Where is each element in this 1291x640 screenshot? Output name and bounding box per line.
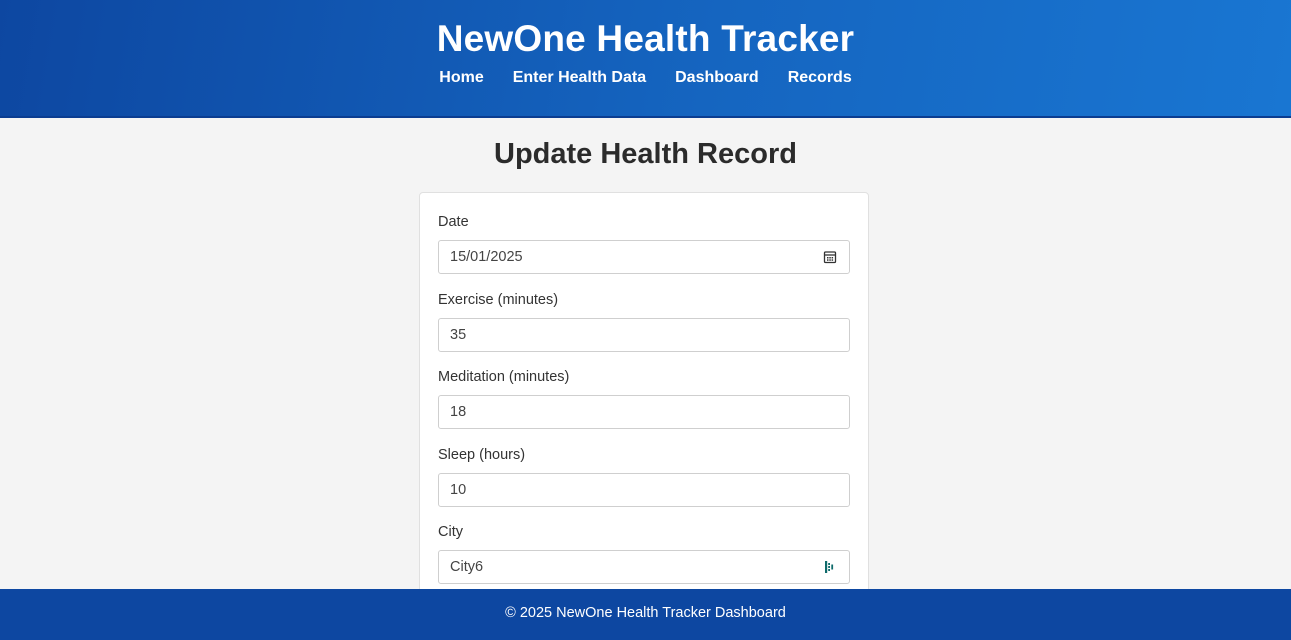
nav-enter-health-data-link[interactable]: Enter Health Data bbox=[498, 68, 660, 88]
city-label: City bbox=[438, 524, 463, 540]
meditation-input[interactable]: 18 bbox=[438, 395, 850, 429]
city-field-group: City City6 bbox=[438, 523, 850, 584]
main-nav: Home Enter Health Data Dashboard Records bbox=[0, 68, 1291, 88]
update-record-form: Date 15/01/2025 Exercise (minutes) 35 Me… bbox=[419, 192, 869, 589]
site-title: NewOne Health Tracker bbox=[436, 18, 855, 59]
meditation-label: Meditation (minutes) bbox=[438, 369, 570, 385]
site-footer: © 2025 NewOne Health Tracker Dashboard bbox=[0, 589, 1291, 640]
exercise-label: Exercise (minutes) bbox=[438, 292, 559, 308]
nav-home-link[interactable]: Home bbox=[425, 68, 498, 88]
exercise-input[interactable]: 35 bbox=[438, 318, 850, 352]
sleep-label: Sleep (hours) bbox=[438, 447, 526, 463]
date-input[interactable]: 15/01/2025 bbox=[438, 240, 850, 274]
sleep-field-group: Sleep (hours) 10 bbox=[438, 446, 850, 507]
footer-text: © 2025 NewOne Health Tracker Dashboard bbox=[505, 605, 786, 621]
exercise-field-group: Exercise (minutes) 35 bbox=[438, 291, 850, 352]
main-content: Update Health Record Date 15/01/2025 Exe… bbox=[0, 118, 1291, 589]
site-header: NewOne Health Tracker Home Enter Health … bbox=[0, 0, 1291, 118]
sleep-value: 10 bbox=[450, 482, 467, 498]
calendar-icon[interactable] bbox=[823, 250, 837, 264]
page-title: Update Health Record bbox=[494, 138, 797, 170]
nav-dashboard-link[interactable]: Dashboard bbox=[661, 68, 774, 88]
date-value: 15/01/2025 bbox=[450, 249, 523, 265]
date-field-group: Date 15/01/2025 bbox=[438, 213, 850, 274]
meditation-value: 18 bbox=[450, 404, 467, 420]
city-value: City6 bbox=[450, 559, 484, 575]
date-label: Date bbox=[438, 214, 469, 230]
autofill-icon[interactable] bbox=[823, 560, 837, 574]
city-input[interactable]: City6 bbox=[438, 550, 850, 584]
nav-records-link[interactable]: Records bbox=[773, 68, 866, 88]
meditation-field-group: Meditation (minutes) 18 bbox=[438, 368, 850, 429]
exercise-value: 35 bbox=[450, 327, 467, 343]
sleep-input[interactable]: 10 bbox=[438, 473, 850, 507]
